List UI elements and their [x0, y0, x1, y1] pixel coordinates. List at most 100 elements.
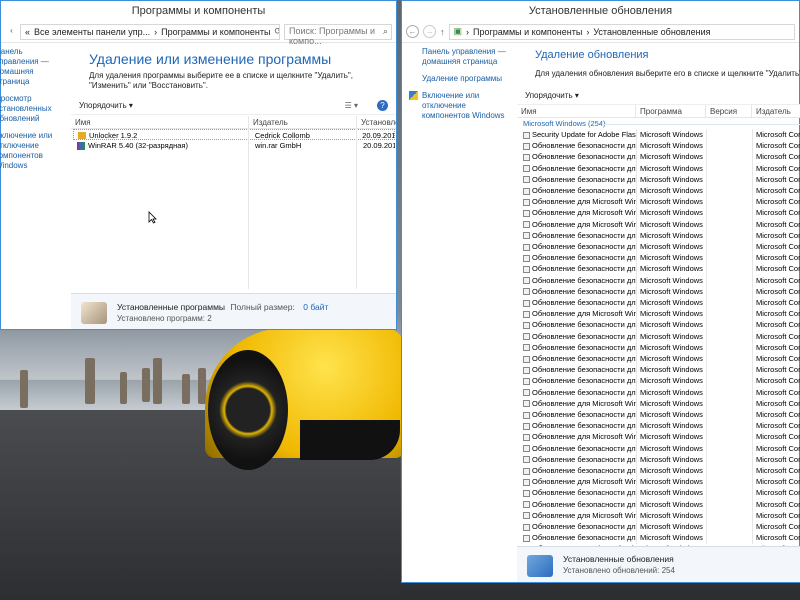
- programs-window[interactable]: Программы и компоненты ‹ « Все элементы …: [0, 0, 397, 330]
- breadcrumb-item[interactable]: Все элементы панели упр...: [34, 27, 150, 37]
- update-name-cell: Обновление безопасности для ...: [519, 174, 636, 185]
- programs-breadcrumb[interactable]: « Все элементы панели упр... › Программы…: [20, 23, 280, 40]
- update-row[interactable]: Обновление безопасности для ... Microsoft…: [519, 140, 800, 151]
- update-row[interactable]: Обновление безопасности для ... Microsoft…: [519, 151, 800, 162]
- update-row[interactable]: Обновление безопасности для ... Microsoft…: [519, 487, 800, 498]
- update-row[interactable]: Обновление безопасности для ... Microsoft…: [519, 230, 800, 241]
- update-row[interactable]: Обновление безопасности для ... Microsoft…: [519, 532, 800, 543]
- update-publisher: Microsoft Corpo: [756, 309, 800, 319]
- update-row[interactable]: Обновление безопасности для ... Microsoft…: [519, 275, 800, 286]
- updates-window[interactable]: Установленные обновления ← → ↑ ▣ › Прогр…: [401, 0, 800, 583]
- update-icon: [523, 232, 530, 240]
- program-row[interactable]: Unlocker 1.9.2 Cedrick Collomb 20.09.201…: [73, 129, 395, 140]
- help-icon[interactable]: ?: [377, 100, 388, 111]
- wallpaper-wheel: [208, 350, 288, 470]
- update-row[interactable]: Обновление для Microsoft Win... Microsoft…: [519, 196, 800, 207]
- back-icon[interactable]: ←: [406, 25, 419, 38]
- program-row[interactable]: WinRAR 5.40 (32-разрядная) win.rar GmbH …: [73, 140, 395, 151]
- update-row[interactable]: Обновление безопасности для ... Microsoft…: [519, 409, 800, 420]
- update-program: Microsoft Windows: [640, 174, 703, 184]
- update-name: Обновление безопасности для ...: [532, 342, 636, 352]
- update-row[interactable]: Обновление безопасности для ... Microsoft…: [519, 286, 800, 297]
- updates-breadcrumb[interactable]: ▣ › Программы и компоненты › Установленн…: [448, 23, 795, 40]
- update-row[interactable]: Обновление безопасности для ... Microsoft…: [519, 185, 800, 196]
- organize-button[interactable]: Упорядочить ▾: [79, 101, 133, 110]
- update-program: Microsoft Windows: [640, 432, 703, 442]
- search-icon[interactable]: ⌕: [383, 26, 388, 37]
- update-row[interactable]: Обновление безопасности для ... Microsoft…: [519, 263, 800, 274]
- sidebar-link-uninstall-program[interactable]: Удаление программы: [422, 74, 514, 84]
- update-row[interactable]: Обновление для Microsoft Win... Microsoft…: [519, 219, 800, 230]
- update-version: [706, 207, 752, 218]
- column-installed[interactable]: Установле...: [357, 116, 396, 128]
- up-arrow-icon[interactable]: ↑: [440, 27, 445, 37]
- update-row[interactable]: Обновление для Microsoft Win... Microsoft…: [519, 398, 800, 409]
- update-row[interactable]: Обновление безопасности для ... Microsoft…: [519, 364, 800, 375]
- update-row[interactable]: Обновление безопасности для ... Microsoft…: [519, 443, 800, 454]
- sidebar-link-view-updates[interactable]: Просмотр установленных обновлений: [0, 94, 65, 124]
- update-name-cell: Security Update for Adobe Flash ...: [519, 129, 636, 140]
- update-publisher: Microsoft Corpo: [756, 286, 800, 296]
- programs-titlebar[interactable]: Программы и компоненты: [1, 1, 396, 21]
- sidebar-link-windows-features[interactable]: Включение или отключение компонентов Win…: [409, 91, 514, 121]
- update-program: Microsoft Windows: [640, 510, 703, 520]
- update-row[interactable]: Обновление для Microsoft Win... Microsoft…: [519, 431, 800, 442]
- column-program[interactable]: Программа: [636, 105, 706, 117]
- update-name-cell: Обновление безопасности для ...: [519, 409, 636, 420]
- update-name: Обновление безопасности для ...: [532, 387, 636, 397]
- sidebar-link-home[interactable]: Панель управления — домашняя страница: [422, 47, 514, 67]
- update-row[interactable]: Обновление безопасности для ... Microsoft…: [519, 241, 800, 252]
- sidebar-link-home[interactable]: Панель управления — домашняя страница: [0, 47, 65, 87]
- updates-titlebar[interactable]: Установленные обновления: [402, 1, 799, 21]
- update-row[interactable]: Обновление безопасности для ... Microsoft…: [519, 342, 800, 353]
- column-name[interactable]: Имя: [517, 105, 636, 117]
- column-version[interactable]: Версия: [706, 105, 752, 117]
- breadcrumb-item[interactable]: Установленные обновления: [593, 27, 710, 37]
- updates-status-bar: Установленные обновления Установлено обн…: [517, 546, 800, 582]
- column-publisher[interactable]: Издатель: [249, 116, 357, 128]
- update-publisher: Microsoft Corpo: [756, 320, 800, 330]
- update-row[interactable]: Обновление безопасности для ... Microsoft…: [519, 420, 800, 431]
- update-row[interactable]: Обновление безопасности для ... Microsoft…: [519, 297, 800, 308]
- update-row[interactable]: Обновление безопасности для ... Microsoft…: [519, 252, 800, 263]
- update-row[interactable]: Security Update for Adobe Flash ... Micro…: [519, 129, 800, 140]
- update-row[interactable]: Обновление безопасности для ... Microsoft…: [519, 465, 800, 476]
- sidebar-link-windows-features[interactable]: Включение или отключение компонентов Win…: [0, 131, 65, 171]
- update-row[interactable]: Обновление безопасности для ... Microsoft…: [519, 353, 800, 364]
- update-name-cell: Обновление безопасности для ...: [519, 387, 636, 398]
- update-name: Обновление безопасности для ...: [532, 466, 636, 475]
- refresh-icon[interactable]: ⟳: [274, 26, 279, 37]
- update-version: [706, 196, 752, 207]
- update-name-cell: Обновление безопасности для ...: [519, 420, 636, 431]
- update-row[interactable]: Обновление для Microsoft Win... Microsoft…: [519, 476, 800, 487]
- column-publisher[interactable]: Издатель: [752, 105, 800, 117]
- programs-search-input[interactable]: Поиск: Программы и компо... ⌕: [284, 23, 392, 46]
- update-row[interactable]: Обновление безопасности для ... Microsoft…: [519, 387, 800, 398]
- update-name-cell: Обновление безопасности для ...: [519, 286, 636, 297]
- view-icon[interactable]: ☰ ▾: [345, 101, 358, 110]
- organize-button[interactable]: Упорядочить ▾: [525, 91, 579, 100]
- update-row[interactable]: Обновление для Microsoft Win... Microsoft…: [519, 308, 800, 319]
- update-program: Microsoft Windows: [640, 376, 703, 386]
- update-name: Обновление безопасности для ...: [532, 298, 636, 307]
- update-program: Microsoft Windows: [640, 186, 703, 195]
- forward-icon[interactable]: →: [423, 25, 436, 38]
- update-row[interactable]: Обновление безопасности для ... Microsoft…: [519, 331, 800, 342]
- update-row[interactable]: Обновление для Microsoft Win... Microsoft…: [519, 510, 800, 521]
- update-row[interactable]: Обновление безопасности для ... Microsoft…: [519, 163, 800, 174]
- breadcrumb-item[interactable]: Программы и компоненты: [473, 27, 582, 37]
- update-program: Microsoft Windows: [640, 163, 703, 173]
- update-row[interactable]: Обновление безопасности для ... Microsoft…: [519, 521, 800, 532]
- breadcrumb-item[interactable]: Программы и компоненты: [161, 27, 270, 37]
- control-panel-icon: ▣: [453, 26, 463, 36]
- update-row[interactable]: Обновление безопасности для ... Microsoft…: [519, 174, 800, 185]
- update-row[interactable]: Обновление безопасности для ... Microsoft…: [519, 319, 800, 330]
- programs-status-bar: Установленные программы Полный размер: 0…: [71, 293, 396, 329]
- update-row[interactable]: Обновление безопасности для ... Microsoft…: [519, 375, 800, 386]
- update-row[interactable]: Обновление безопасности для ... Microsoft…: [519, 454, 800, 465]
- column-name[interactable]: Имя: [71, 116, 249, 128]
- update-row[interactable]: Обновление безопасности для ... Microsoft…: [519, 499, 800, 510]
- group-header[interactable]: Microsoft Windows (254): [523, 119, 606, 128]
- update-row[interactable]: Обновление для Microsoft Win... Microsoft…: [519, 207, 800, 218]
- back-arrow-icon[interactable]: ‹: [5, 25, 18, 38]
